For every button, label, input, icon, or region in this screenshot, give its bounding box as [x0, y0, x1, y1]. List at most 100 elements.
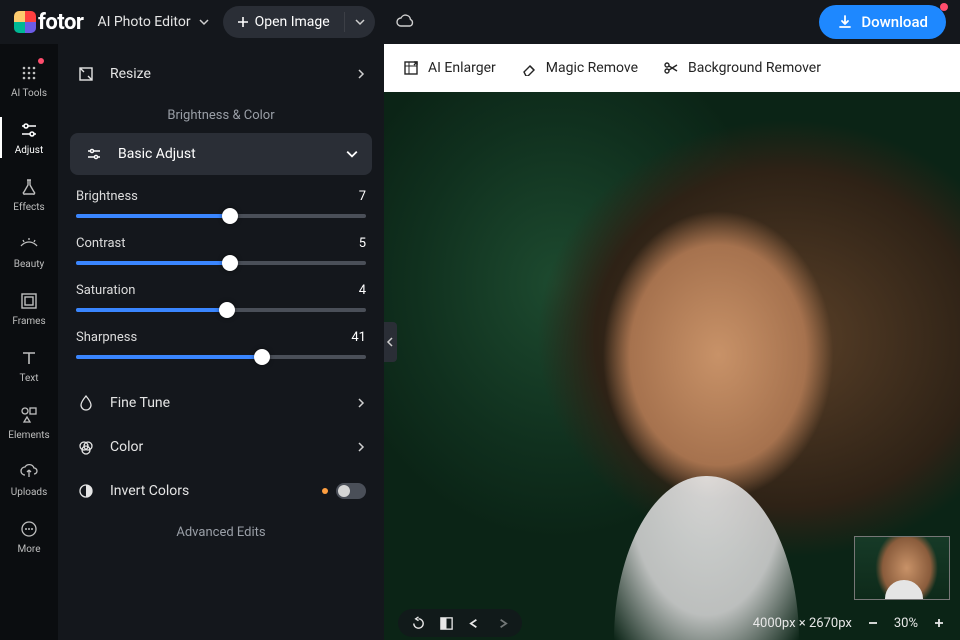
flask-icon	[18, 176, 40, 198]
contrast-row: Contrast5	[76, 236, 366, 265]
ai-enlarger-label: AI Enlarger	[428, 60, 496, 76]
saturation-label: Saturation	[76, 283, 135, 298]
rail-effects[interactable]: Effects	[0, 166, 58, 223]
logo[interactable]: fotor	[14, 10, 83, 35]
slider-thumb[interactable]	[222, 255, 238, 271]
saturation-row: Saturation 4	[76, 283, 366, 312]
rail-label: Text	[19, 373, 38, 384]
color-row[interactable]: Color	[58, 425, 384, 469]
logo-text: fotor	[38, 10, 83, 35]
section-brightness-color: Brightness & Color	[58, 96, 384, 133]
invert-label: Invert Colors	[110, 483, 322, 499]
sharpness-slider[interactable]	[76, 355, 366, 359]
rail-beauty[interactable]: Beauty	[0, 223, 58, 280]
rail-label: AI Tools	[11, 88, 47, 99]
enlarge-icon	[402, 59, 420, 77]
rail-ai-tools[interactable]: AI Tools	[0, 52, 58, 109]
app-header: fotor AI Photo Editor Open Image Downloa…	[0, 0, 960, 44]
brightness-label: Brightness	[76, 189, 138, 204]
color-icon	[76, 439, 96, 455]
adjust-icon	[84, 146, 104, 162]
open-image-button[interactable]: Open Image	[223, 6, 344, 38]
undo-icon[interactable]	[466, 615, 482, 631]
rail-label: Effects	[13, 202, 44, 213]
open-image-label: Open Image	[255, 14, 330, 30]
shapes-icon	[18, 404, 40, 426]
more-icon	[18, 518, 40, 540]
slider-thumb[interactable]	[222, 208, 238, 224]
history-controls	[398, 609, 522, 637]
fine-tune-label: Fine Tune	[110, 395, 356, 411]
contrast-value: 5	[359, 236, 366, 251]
rail-label: Adjust	[15, 145, 44, 156]
zoom-out-icon[interactable]	[866, 616, 880, 630]
canvas-toolbar: AI Enlarger Magic Remove Background Remo…	[384, 44, 960, 92]
eye-icon	[18, 233, 40, 255]
download-label: Download	[861, 13, 928, 31]
rail-text[interactable]: Text	[0, 337, 58, 394]
redo-icon	[494, 615, 510, 631]
reset-icon[interactable]	[410, 615, 426, 631]
resize-label: Resize	[110, 66, 356, 82]
bg-remover-label: Background Remover	[688, 60, 821, 76]
resize-icon	[76, 66, 96, 82]
rail-elements[interactable]: Elements	[0, 394, 58, 451]
editor-dropdown[interactable]: AI Photo Editor	[95, 10, 210, 34]
plus-icon	[237, 16, 249, 28]
color-label: Color	[110, 439, 356, 455]
rail-label: Uploads	[11, 487, 47, 498]
slider-thumb[interactable]	[219, 302, 235, 318]
rail-label: Beauty	[14, 259, 45, 270]
chevron-down-icon	[346, 148, 358, 160]
brightness-value: 7	[359, 189, 366, 204]
rail-label: Elements	[8, 430, 49, 441]
chevron-right-icon	[356, 398, 366, 408]
editor-dropdown-label: AI Photo Editor	[97, 14, 190, 30]
text-icon	[18, 347, 40, 369]
zoom-level: 30%	[894, 616, 918, 631]
chevron-down-icon	[199, 17, 209, 27]
download-icon	[837, 14, 853, 30]
upload-icon	[18, 461, 40, 483]
premium-dot-icon	[322, 488, 328, 494]
rail-adjust[interactable]: Adjust	[0, 109, 58, 166]
invert-icon	[76, 483, 96, 499]
cloud-icon[interactable]	[395, 12, 415, 32]
sliders-icon	[18, 119, 40, 141]
rail-more[interactable]: More	[0, 508, 58, 565]
scissors-icon	[662, 59, 680, 77]
contrast-slider[interactable]	[76, 261, 366, 265]
minimap[interactable]	[854, 536, 950, 600]
brightness-row: Brightness 7	[76, 189, 366, 218]
brightness-slider[interactable]	[76, 214, 366, 218]
canvas-bottom-bar: 4000px × 2670px 30%	[384, 606, 960, 640]
invert-toggle[interactable]	[336, 483, 366, 499]
grid-icon	[18, 62, 40, 84]
magic-remove-button[interactable]: Magic Remove	[520, 59, 638, 77]
rail-label: Frames	[12, 316, 45, 327]
left-rail: AI Tools Adjust Effects Beauty Frames Te…	[0, 44, 58, 640]
invert-colors-row: Invert Colors	[58, 469, 384, 513]
download-button[interactable]: Download	[819, 5, 946, 39]
open-image-dropdown[interactable]	[345, 6, 375, 38]
fine-tune-row[interactable]: Fine Tune	[58, 381, 384, 425]
bg-remover-button[interactable]: Background Remover	[662, 59, 821, 77]
chevron-right-icon	[356, 442, 366, 452]
section-advanced-edits: Advanced Edits	[58, 513, 384, 550]
collapse-panel-button[interactable]	[384, 322, 397, 362]
ai-enlarger-button[interactable]: AI Enlarger	[402, 59, 496, 77]
compare-icon[interactable]	[438, 615, 454, 631]
canvas-info: 4000px × 2670px 30%	[753, 616, 946, 631]
slider-thumb[interactable]	[254, 349, 270, 365]
basic-adjust-row[interactable]: Basic Adjust	[70, 133, 372, 175]
rail-uploads[interactable]: Uploads	[0, 451, 58, 508]
rail-frames[interactable]: Frames	[0, 280, 58, 337]
saturation-slider[interactable]	[76, 308, 366, 312]
sharpness-row: Sharpness41	[76, 330, 366, 359]
resize-row[interactable]: Resize	[58, 52, 384, 96]
logo-icon	[14, 11, 36, 33]
saturation-value: 4	[359, 283, 366, 298]
zoom-in-icon[interactable]	[932, 616, 946, 630]
canvas-area: AI Enlarger Magic Remove Background Remo…	[384, 44, 960, 640]
open-image-group: Open Image	[223, 6, 375, 38]
